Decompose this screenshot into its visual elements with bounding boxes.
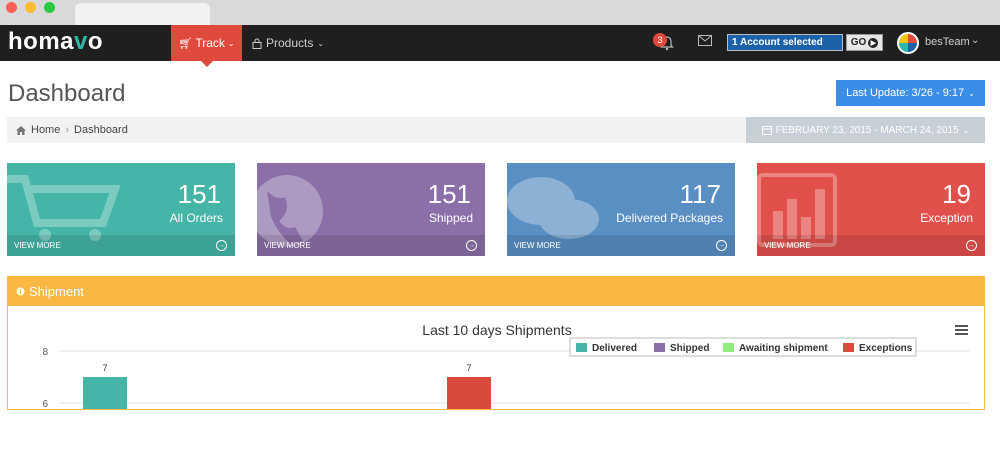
calendar-icon: [761, 126, 772, 135]
view-more-label: VIEW MORE: [514, 241, 561, 250]
stat-value: 151: [177, 179, 221, 209]
stat-label: All Orders: [169, 211, 223, 225]
chevron-right-icon: ›: [65, 124, 70, 136]
legend-item: Exceptions: [859, 343, 913, 354]
chevron-down-icon[interactable]: ⌄: [971, 35, 979, 46]
user-avatar[interactable]: [897, 32, 919, 54]
window-minimize-dot[interactable]: [25, 2, 36, 13]
chart-bar: [447, 377, 491, 409]
date-range-label: FEBRUARY 23, 2015 - MARCH 24, 2015: [775, 124, 959, 136]
stat-label: Shipped: [428, 211, 473, 225]
breadcrumb-current: Dashboard: [74, 124, 128, 136]
browser-tab[interactable]: [75, 3, 210, 25]
data-label: 7: [102, 363, 107, 373]
home-icon: [16, 125, 26, 135]
shipment-panel-body: Last 10 days Shipments 8 6 7 7 Delivered Ship…: [7, 306, 985, 410]
info-circle-icon: [16, 287, 25, 295]
legend-item: Awaiting shipment: [739, 343, 828, 354]
stat-card-all-orders: 151 All Orders VIEW MORE →: [7, 163, 235, 256]
y-tick-label: 8: [42, 347, 48, 358]
mail-icon[interactable]: [698, 35, 712, 46]
account-select[interactable]: 1 Account selected: [727, 34, 843, 51]
window-maximize-dot[interactable]: [44, 2, 55, 13]
stat-value: 151: [427, 179, 471, 209]
shipments-chart: 8 6 7 7 Delivered Shipped Awaiting shipment Exc…: [42, 337, 970, 410]
breadcrumb: Home › Dashboard: [7, 117, 747, 143]
lock-icon: [252, 38, 262, 49]
arrow-right-circle-icon: ▶: [868, 37, 879, 48]
go-button[interactable]: GO ▶: [846, 34, 883, 51]
shipment-panel-title: Shipment: [29, 283, 84, 299]
arrow-right-circle-icon: →: [716, 240, 727, 251]
user-name[interactable]: besTeam: [925, 36, 970, 48]
last-update-button[interactable]: Last Update: 3/26 - 9:17 ⌄: [836, 80, 985, 106]
date-range-picker[interactable]: FEBRUARY 23, 2015 - MARCH 24, 2015 ⌄: [746, 117, 985, 143]
stat-value: 19: [942, 179, 971, 209]
top-navbar: homavo 🛒︎ Track ⌄ Products ⌄ 1 Account s…: [0, 25, 1000, 67]
shipment-panel-header[interactable]: Shipment: [7, 276, 985, 306]
window-close-dot[interactable]: [6, 2, 17, 13]
view-more-label: VIEW MORE: [14, 241, 61, 250]
data-label: 7: [466, 363, 471, 373]
view-more-link[interactable]: VIEW MORE →: [757, 235, 985, 256]
nav-products-menu[interactable]: Products ⌄: [252, 25, 324, 61]
view-more-label: VIEW MORE: [264, 241, 311, 250]
chevron-down-icon: ⌄: [968, 88, 975, 98]
go-button-label: GO: [850, 37, 867, 48]
view-more-link[interactable]: VIEW MORE →: [7, 235, 235, 256]
arrow-right-circle-icon: →: [966, 240, 977, 251]
y-tick-label: 6: [42, 399, 48, 410]
stat-card-delivered: 117 Delivered Packages VIEW MORE →: [507, 163, 735, 256]
legend-item: Delivered: [592, 343, 637, 354]
breadcrumb-home[interactable]: Home: [31, 124, 60, 136]
arrow-right-circle-icon: →: [466, 240, 477, 251]
chevron-down-icon: ⌄: [317, 38, 325, 48]
browser-chrome: [0, 0, 1000, 25]
nav-track-label: Track: [195, 36, 225, 50]
last-update-label: Last Update: 3/26 - 9:17: [846, 87, 965, 99]
view-more-label: VIEW MORE: [764, 241, 811, 250]
view-more-link[interactable]: VIEW MORE →: [507, 235, 735, 256]
chart-bar: [83, 377, 127, 409]
stat-label: Delivered Packages: [616, 211, 723, 225]
app-logo[interactable]: homavo: [8, 28, 103, 56]
legend-swatch: [843, 343, 854, 352]
arrow-right-circle-icon: →: [216, 240, 227, 251]
notification-badge: 3: [653, 33, 667, 47]
cart-icon: [7, 175, 121, 241]
stat-card-shipped: 151 Shipped VIEW MORE →: [257, 163, 485, 256]
cart-icon: 🛒︎: [178, 37, 193, 50]
legend-item: Shipped: [670, 343, 709, 354]
legend-swatch: [576, 343, 587, 352]
legend-swatch: [654, 343, 665, 352]
legend-swatch: [723, 343, 734, 352]
stat-label: Exception: [920, 211, 973, 225]
stat-value: 117: [679, 179, 721, 209]
nav-track-menu[interactable]: 🛒︎ Track ⌄: [171, 25, 242, 67]
stat-card-exception: 19 Exception VIEW MORE →: [757, 163, 985, 256]
chevron-down-icon: ⌄: [227, 38, 235, 48]
view-more-link[interactable]: VIEW MORE →: [257, 235, 485, 256]
page-title: Dashboard: [8, 80, 126, 107]
chevron-down-icon: ⌄: [962, 125, 970, 135]
nav-products-label: Products: [266, 36, 314, 50]
active-caret: [201, 61, 213, 67]
